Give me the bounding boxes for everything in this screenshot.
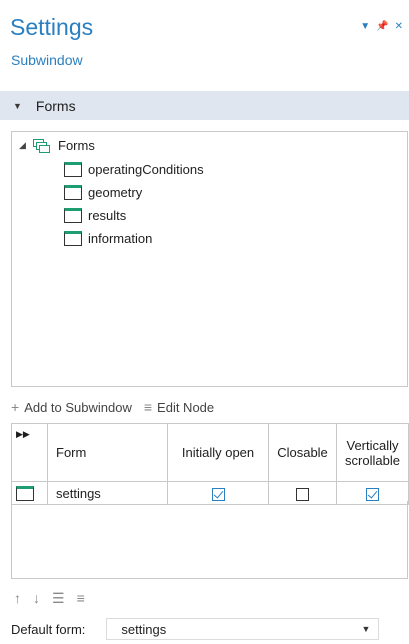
delete-rows-icon[interactable]: ☰ xyxy=(52,590,65,607)
tree-root-forms[interactable]: ◢ Forms xyxy=(19,138,95,153)
column-header-form[interactable]: Form xyxy=(47,423,168,482)
tree-item-label: operatingConditions xyxy=(88,162,204,177)
expand-triangle-icon[interactable]: ◢ xyxy=(19,140,33,151)
window-controls: ▼ 📌 ✕ xyxy=(360,22,403,32)
tree-item-label: geometry xyxy=(88,185,143,200)
tree-item-label: results xyxy=(88,208,127,223)
table-empty-area xyxy=(11,501,408,579)
tree-item-label: information xyxy=(88,231,153,246)
chevron-down-icon: ▼ xyxy=(361,624,371,634)
form-icon xyxy=(64,208,82,223)
collapse-icon[interactable]: ▼ xyxy=(13,101,22,111)
add-icon: + xyxy=(11,399,20,415)
row-selector-header[interactable]: ▶▶ xyxy=(11,423,48,482)
default-form-value: settings xyxy=(121,621,167,637)
move-down-icon[interactable]: ↓ xyxy=(33,590,40,607)
subwindow-toolbar: + Add to Subwindow ≡ Edit Node xyxy=(11,399,214,415)
forms-section-header[interactable]: ▼ Forms xyxy=(0,91,409,120)
section-label: Forms xyxy=(35,97,76,114)
dropdown-menu-icon[interactable]: ▼ xyxy=(360,22,370,32)
column-header-closable[interactable]: Closable xyxy=(268,423,337,482)
tree-item-form[interactable]: operatingConditions xyxy=(64,162,204,177)
tree-root-label: Forms xyxy=(58,138,95,153)
column-header-vertically-scrollable[interactable]: Vertically scrollable xyxy=(336,423,409,482)
tree-item-form[interactable]: results xyxy=(64,208,126,223)
closable-checkbox[interactable] xyxy=(296,487,309,501)
initially-open-checkbox[interactable] xyxy=(211,487,225,501)
form-icon xyxy=(64,162,82,177)
form-icon xyxy=(16,486,34,502)
add-to-subwindow-button[interactable]: Add to Subwindow xyxy=(24,400,132,415)
forms-tree[interactable]: ◢ Forms operatingConditions geometry res… xyxy=(11,131,408,387)
edit-node-icon: ≡ xyxy=(143,399,153,415)
panel-subtitle: Subwindow xyxy=(11,52,83,68)
forms-folder-icon xyxy=(33,138,51,153)
close-icon[interactable]: ✕ xyxy=(395,22,403,32)
tree-item-form[interactable]: geometry xyxy=(64,185,142,200)
edit-node-button[interactable]: Edit Node xyxy=(157,400,214,415)
default-form-label: Default form: xyxy=(11,621,86,637)
form-icon xyxy=(64,185,82,200)
table-toolbar: ↑ ↓ ☰ ≡ xyxy=(14,590,85,607)
column-header-initially-open[interactable]: Initially open xyxy=(167,423,269,482)
move-up-icon[interactable]: ↑ xyxy=(14,590,21,607)
pin-icon[interactable]: 📌 xyxy=(376,22,388,32)
default-form-row: Default form: settings ▼ xyxy=(11,618,380,640)
forms-table: ▶▶ Form Initially open Closable Vertical… xyxy=(11,423,409,505)
tree-item-form[interactable]: information xyxy=(64,231,152,246)
default-form-select[interactable]: settings ▼ xyxy=(106,618,380,640)
edit-icon[interactable]: ≡ xyxy=(77,590,85,607)
panel-title: Settings xyxy=(10,14,94,40)
vertically-scrollable-checkbox[interactable] xyxy=(366,487,379,501)
form-icon xyxy=(64,231,82,246)
